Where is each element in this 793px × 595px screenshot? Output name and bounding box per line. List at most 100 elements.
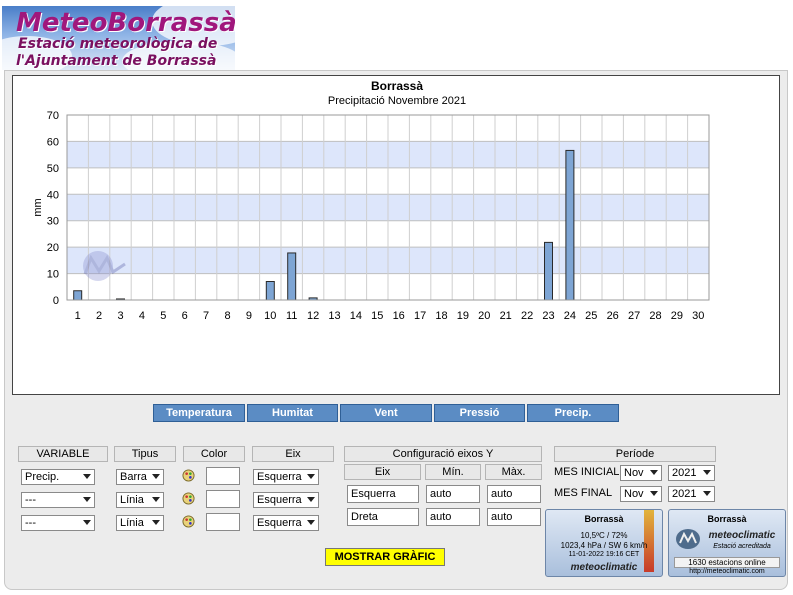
chevron-down-icon	[650, 470, 658, 475]
color-swatch-3[interactable]	[206, 513, 240, 531]
type-select-2[interactable]: Línia	[116, 492, 164, 508]
axis-left-field[interactable]: Esquerra	[347, 485, 419, 503]
end-month-value: Nov	[624, 488, 644, 500]
site-subtitle-1: Estació meteorològica de	[18, 36, 218, 52]
axis-select-1-value: Esquerra	[257, 471, 302, 483]
variable-select-2[interactable]: ---	[21, 492, 95, 508]
color-header: Color	[183, 446, 245, 462]
type-select-1-value: Barra	[120, 471, 147, 483]
x-tick-label: 22	[521, 310, 533, 322]
start-month-label: MES INICIAL	[554, 466, 620, 478]
chevron-down-icon	[307, 474, 315, 479]
variable-select-3[interactable]: ---	[21, 515, 95, 531]
axis-select-1[interactable]: Esquerra	[253, 469, 319, 485]
axis-left-min-input[interactable]: auto	[426, 485, 480, 503]
palette-icon[interactable]	[182, 515, 195, 528]
x-tick-label: 15	[371, 310, 383, 322]
y-tick-label: 0	[53, 295, 59, 307]
precip-bar	[544, 241, 553, 301]
type-header: Tipus	[114, 446, 176, 462]
x-tick-label: 5	[160, 310, 166, 322]
chevron-down-icon	[650, 491, 658, 496]
chevron-down-icon	[703, 491, 711, 496]
chevron-down-icon	[307, 497, 315, 502]
x-tick-label: 24	[564, 310, 576, 322]
axis-left-max-input[interactable]: auto	[487, 485, 541, 503]
variable-select-1[interactable]: Precip.	[21, 469, 95, 485]
palette-icon[interactable]	[182, 492, 195, 505]
precip-bar	[565, 149, 575, 301]
variable-select-3-value: ---	[25, 517, 36, 529]
pressure-button[interactable]: Pressió	[434, 404, 525, 422]
site-title: MeteoBorrassà	[16, 8, 235, 38]
precipitation-button[interactable]: Precip.	[527, 404, 619, 422]
palette-icon[interactable]	[182, 469, 195, 482]
x-tick-label: 9	[246, 310, 252, 322]
axes-config-header: Configuració eixos Y	[344, 446, 542, 462]
end-year-select[interactable]: 2021	[668, 486, 715, 502]
color-swatch-1[interactable]	[206, 467, 240, 485]
color-swatch-2[interactable]	[206, 490, 240, 508]
end-month-select[interactable]: Nov	[620, 486, 662, 502]
x-tick-label: 20	[478, 310, 490, 322]
x-tick-label: 1	[75, 310, 81, 322]
x-tick-label: 2	[96, 310, 102, 322]
chevron-down-icon	[152, 520, 160, 525]
x-tick-label: 29	[671, 310, 683, 322]
start-month-select[interactable]: Nov	[620, 465, 662, 481]
x-tick-label: 13	[328, 310, 340, 322]
x-tick-label: 21	[500, 310, 512, 322]
x-tick-label: 16	[393, 310, 405, 322]
end-year-value: 2021	[672, 488, 697, 500]
widget-url-link[interactable]: http://meteoclimatic.com	[669, 568, 785, 575]
header-banner: MeteoBorrassà Estació meteorològica de l…	[2, 6, 235, 70]
x-tick-label: 25	[585, 310, 597, 322]
chevron-down-icon	[307, 520, 315, 525]
precipitation-chart: 0102030405060701 2 3 4 5 6 7 8 9 10 11 12 13 14 15 16 17…	[32, 110, 710, 322]
site-subtitle-2: l'Ajuntament de Borrassà	[16, 53, 217, 69]
chevron-down-icon	[703, 470, 711, 475]
axes-max-header: Màx.	[485, 464, 542, 480]
meteoclimatic-logo-icon	[676, 529, 700, 549]
meteoclimatic-weather-widget[interactable]: Borrassà 10,5ºC / 72% 1023,4 hPa / SW 6 …	[545, 509, 663, 577]
widget-timestamp: 11-01-2022 19:16 CET	[568, 551, 640, 558]
type-select-1[interactable]: Barra	[116, 469, 164, 485]
y-tick-label: 50	[47, 163, 59, 175]
meteoclimatic-accredited-widget[interactable]: Borrassà meteoclimatic Estació acreditad…	[668, 509, 786, 577]
precip-bar	[265, 281, 275, 301]
widget-tagline: Estació acreditada	[713, 543, 771, 550]
variable-select-1-value: Precip.	[25, 471, 60, 483]
axis-select-2-value: Esquerra	[257, 494, 302, 506]
x-tick-label: 27	[628, 310, 640, 322]
widget-pressure-wind: 1023,4 hPa / SW 6 km/h	[560, 541, 648, 550]
y-axis-label: mm	[32, 198, 44, 216]
type-select-3[interactable]: Línia	[116, 515, 164, 531]
axis-right-min-input[interactable]: auto	[426, 508, 480, 526]
variable-header: VARIABLE	[18, 446, 108, 462]
chevron-down-icon	[152, 474, 160, 479]
x-tick-label: 28	[649, 310, 661, 322]
widget-brand: meteoclimatic	[570, 562, 638, 573]
widget-brand: meteoclimatic	[708, 530, 776, 541]
axis-right-max-input[interactable]: auto	[487, 508, 541, 526]
axis-right-field[interactable]: Dreta	[347, 508, 419, 526]
period-header: Període	[554, 446, 716, 462]
x-tick-label: 14	[350, 310, 362, 322]
temperature-button[interactable]: Temperatura	[153, 404, 245, 422]
axes-axis-header: Eix	[344, 464, 421, 480]
show-chart-button[interactable]: MOSTRAR GRÀFIC	[325, 548, 445, 566]
axis-select-3[interactable]: Esquerra	[253, 515, 319, 531]
widget-temp-humidity: 10,5ºC / 72%	[580, 531, 628, 540]
humidity-button[interactable]: Humitat	[247, 404, 338, 422]
x-tick-label: 12	[307, 310, 319, 322]
wind-button[interactable]: Vent	[340, 404, 432, 422]
widget-online-count: 1630 estacions online	[674, 557, 780, 568]
type-select-2-value: Línia	[120, 494, 144, 506]
x-tick-label: 4	[139, 310, 145, 322]
axis-select-2[interactable]: Esquerra	[253, 492, 319, 508]
x-tick-label: 11	[286, 310, 297, 322]
y-tick-label: 10	[47, 269, 59, 281]
start-year-select[interactable]: 2021	[668, 465, 715, 481]
chevron-down-icon	[83, 474, 91, 479]
x-tick-label: 6	[182, 310, 188, 322]
